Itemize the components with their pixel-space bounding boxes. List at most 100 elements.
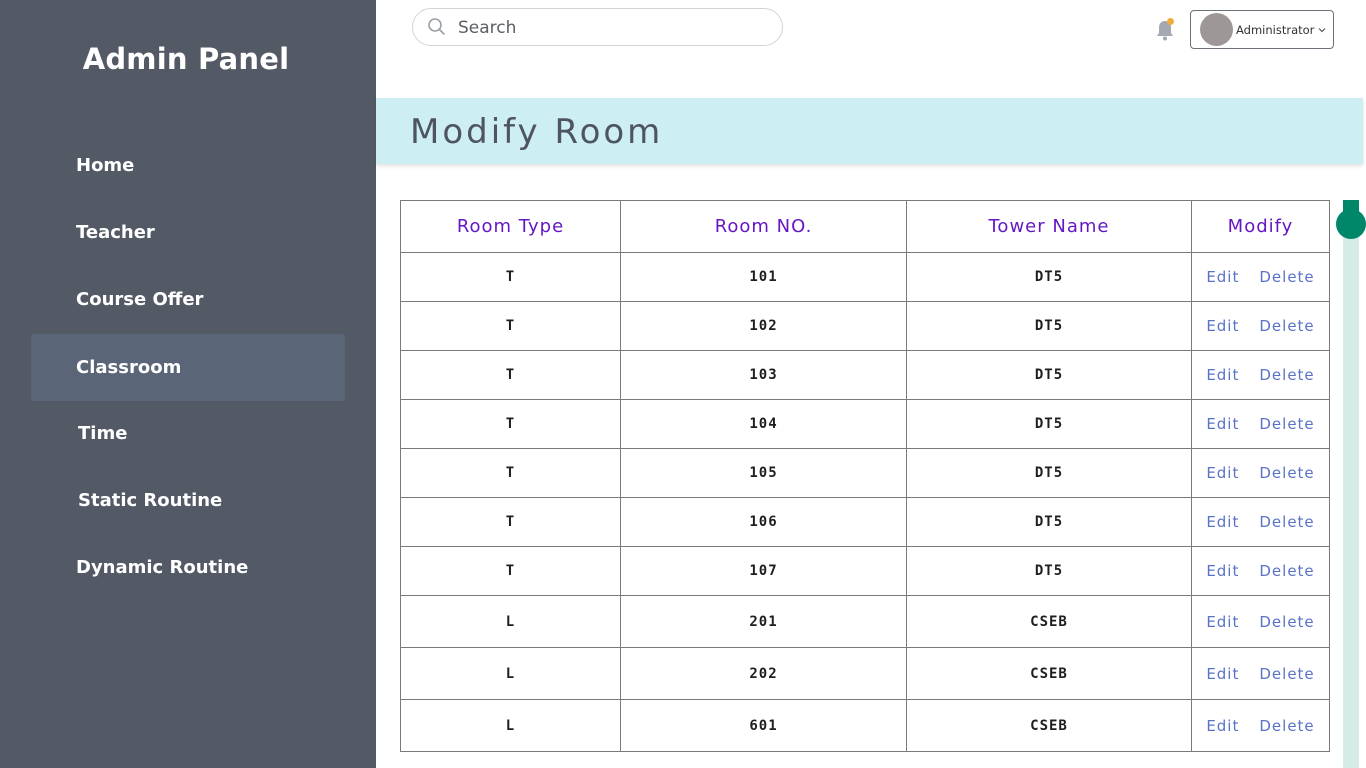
edit-link[interactable]: Edit	[1206, 717, 1239, 735]
edit-link[interactable]: Edit	[1206, 562, 1239, 580]
modify-cell: Edit Delete	[1191, 497, 1330, 547]
room-type-cell: T	[400, 350, 621, 400]
tower-name-cell: DT5	[906, 546, 1192, 596]
column-header-modify: Modify	[1191, 200, 1330, 253]
delete-link[interactable]: Delete	[1259, 562, 1314, 580]
modify-cell: Edit Delete	[1191, 595, 1330, 648]
sidebar-item-home[interactable]: Home	[31, 132, 345, 198]
table-header-row: Room Type Room NO. Tower Name Modify	[400, 200, 1330, 253]
room-number-cell: 201	[620, 595, 907, 648]
brand-title: Admin Panel	[82, 42, 290, 76]
sidebar: Admin Panel Home Teacher Course Offer Cl…	[0, 0, 376, 768]
search-input[interactable]	[456, 9, 770, 47]
tower-name-cell: DT5	[906, 497, 1192, 547]
tower-name-cell: CSEB	[906, 595, 1192, 648]
room-type-cell: T	[400, 546, 621, 596]
edit-link[interactable]: Edit	[1206, 665, 1239, 683]
sidebar-item-label: Teacher	[76, 221, 155, 243]
edit-link[interactable]: Edit	[1206, 268, 1239, 286]
room-number-cell: 105	[620, 448, 907, 498]
table-row: T 102 DT5 Edit Delete	[400, 301, 1330, 351]
table-row: L 601 CSEB Edit Delete	[400, 699, 1330, 752]
scrollbar-track[interactable]	[1343, 200, 1359, 768]
delete-link[interactable]: Delete	[1259, 665, 1314, 683]
room-type-cell: T	[400, 448, 621, 498]
modify-cell: Edit Delete	[1191, 350, 1330, 400]
avatar	[1200, 13, 1233, 46]
sidebar-item-label: Classroom	[76, 357, 182, 378]
scrollbar-thumb[interactable]	[1336, 209, 1366, 239]
table-row: T 107 DT5 Edit Delete	[400, 546, 1330, 596]
delete-link[interactable]: Delete	[1259, 717, 1314, 735]
page-title: Modify Room	[410, 112, 664, 152]
delete-link[interactable]: Delete	[1259, 268, 1314, 286]
room-number-cell: 107	[620, 546, 907, 596]
room-type-cell: L	[400, 647, 621, 700]
edit-link[interactable]: Edit	[1206, 613, 1239, 631]
table-row: T 104 DT5 Edit Delete	[400, 399, 1330, 449]
sidebar-item-label: Home	[76, 154, 135, 176]
edit-link[interactable]: Edit	[1206, 366, 1239, 384]
table-row: T 105 DT5 Edit Delete	[400, 448, 1330, 498]
tower-name-cell: DT5	[906, 301, 1192, 351]
user-menu-button[interactable]: Administrator	[1190, 10, 1334, 49]
delete-link[interactable]: Delete	[1259, 317, 1314, 335]
tower-name-cell: CSEB	[906, 699, 1192, 752]
sidebar-item-dynamic-routine[interactable]: Dynamic Routine	[31, 534, 345, 600]
tower-name-cell: CSEB	[906, 647, 1192, 700]
delete-link[interactable]: Delete	[1259, 613, 1314, 631]
tower-name-cell: DT5	[906, 252, 1192, 302]
room-type-cell: T	[400, 497, 621, 547]
rooms-table: Room Type Room NO. Tower Name Modify T 1…	[400, 200, 1330, 752]
room-number-cell: 101	[620, 252, 907, 302]
room-number-cell: 106	[620, 497, 907, 547]
room-type-cell: T	[400, 252, 621, 302]
tower-name-cell: DT5	[906, 399, 1192, 449]
sidebar-item-label: Static Routine	[78, 489, 223, 511]
modify-cell: Edit Delete	[1191, 647, 1330, 700]
modify-cell: Edit Delete	[1191, 448, 1330, 498]
table-row: T 101 DT5 Edit Delete	[400, 252, 1330, 302]
modify-cell: Edit Delete	[1191, 301, 1330, 351]
room-number-cell: 102	[620, 301, 907, 351]
table-row: L 201 CSEB Edit Delete	[400, 595, 1330, 648]
search-box	[412, 8, 783, 47]
delete-link[interactable]: Delete	[1259, 513, 1314, 531]
room-number-cell: 202	[620, 647, 907, 700]
sidebar-item-course-offer[interactable]: Course Offer	[31, 266, 345, 332]
modify-cell: Edit Delete	[1191, 399, 1330, 449]
tower-name-cell: DT5	[906, 448, 1192, 498]
edit-link[interactable]: Edit	[1206, 464, 1239, 482]
column-header-tower-name: Tower Name	[906, 200, 1192, 253]
sidebar-item-label: Dynamic Routine	[76, 556, 249, 578]
room-type-cell: T	[400, 301, 621, 351]
sidebar-item-static-routine[interactable]: Static Routine	[31, 467, 345, 533]
room-number-cell: 104	[620, 399, 907, 449]
modify-cell: Edit Delete	[1191, 546, 1330, 596]
delete-link[interactable]: Delete	[1259, 366, 1314, 384]
edit-link[interactable]: Edit	[1206, 513, 1239, 531]
sidebar-item-time[interactable]: Time	[31, 400, 345, 466]
chevron-down-icon	[1318, 27, 1326, 32]
user-label: Administrator	[1236, 22, 1315, 37]
sidebar-item-teacher[interactable]: Teacher	[31, 199, 345, 265]
delete-link[interactable]: Delete	[1259, 415, 1314, 433]
sidebar-item-label: Course Offer	[76, 288, 204, 310]
edit-link[interactable]: Edit	[1206, 317, 1239, 335]
sidebar-item-classroom[interactable]: Classroom	[31, 334, 345, 401]
modify-cell: Edit Delete	[1191, 699, 1330, 752]
table-row: T 103 DT5 Edit Delete	[400, 350, 1330, 400]
column-header-room-type: Room Type	[400, 200, 621, 253]
modify-cell: Edit Delete	[1191, 252, 1330, 302]
tower-name-cell: DT5	[906, 350, 1192, 400]
sidebar-item-label: Time	[78, 422, 128, 444]
delete-link[interactable]: Delete	[1259, 464, 1314, 482]
title-bar: Modify Room	[376, 98, 1363, 164]
notification-dot	[1167, 18, 1174, 25]
room-number-cell: 601	[620, 699, 907, 752]
room-number-cell: 103	[620, 350, 907, 400]
room-type-cell: L	[400, 595, 621, 648]
room-type-cell: T	[400, 399, 621, 449]
edit-link[interactable]: Edit	[1206, 415, 1239, 433]
room-type-cell: L	[400, 699, 621, 752]
